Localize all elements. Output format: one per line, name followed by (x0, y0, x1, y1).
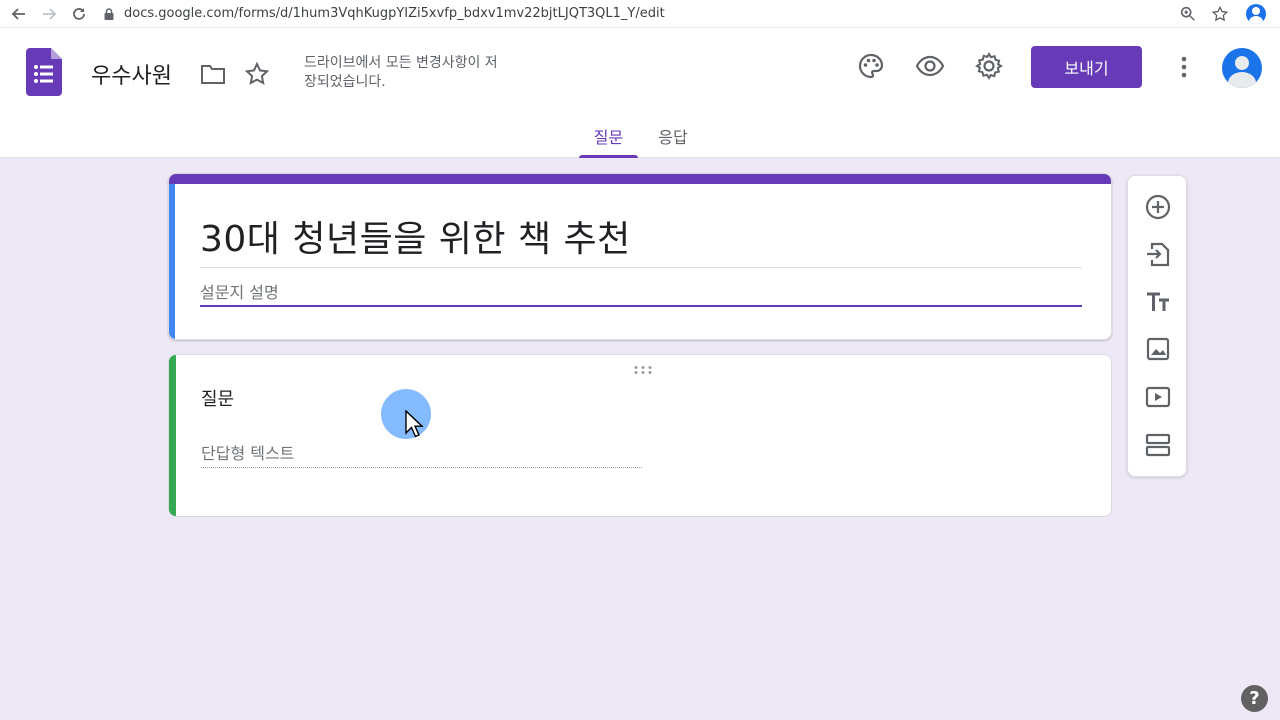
palette-icon[interactable] (856, 51, 886, 81)
add-title-icon[interactable] (1144, 288, 1172, 316)
add-image-icon[interactable] (1144, 335, 1172, 363)
browser-toolbar: docs.google.com/forms/d/1hum3VqhKugpYIZi… (0, 0, 1280, 28)
form-title-card[interactable]: 30대 청년들을 위한 책 추천 설문지 설명 (168, 173, 1112, 340)
drag-handle-icon[interactable] (633, 365, 653, 375)
form-title[interactable]: 30대 청년들을 위한 책 추천 (200, 210, 631, 262)
more-vert-icon[interactable] (1172, 52, 1196, 82)
question-card[interactable]: 질문 단답형 텍스트 (168, 354, 1112, 517)
preview-eye-icon[interactable] (915, 51, 945, 81)
browser-profile-avatar[interactable] (1246, 3, 1266, 24)
add-question-icon[interactable] (1144, 193, 1172, 221)
address-bar[interactable]: docs.google.com/forms/d/1hum3VqhKugpYIZi… (102, 6, 1166, 21)
settings-gear-icon[interactable] (974, 51, 1004, 81)
back-icon[interactable] (8, 3, 30, 25)
tab-responses[interactable]: 응답 (638, 122, 708, 158)
help-button[interactable]: ? (1241, 685, 1268, 712)
question-accent (169, 355, 176, 516)
description-underline (200, 305, 1082, 307)
short-answer-field: 단답형 텍스트 (201, 444, 295, 463)
mouse-cursor-icon (405, 410, 424, 438)
star-icon[interactable] (244, 61, 270, 87)
focus-indicator (169, 184, 175, 339)
question-toolbar (1127, 175, 1187, 477)
reload-icon[interactable] (68, 3, 90, 25)
lock-icon (104, 7, 114, 20)
tab-questions[interactable]: 질문 (579, 122, 638, 158)
form-tabs: 질문 응답 (579, 122, 708, 158)
zoom-icon[interactable] (1178, 4, 1198, 24)
add-section-icon[interactable] (1144, 431, 1172, 459)
bookmark-star-icon[interactable] (1210, 4, 1230, 24)
add-video-icon[interactable] (1144, 383, 1172, 411)
theme-strip (169, 174, 1111, 184)
forward-icon[interactable] (38, 3, 60, 25)
url-text: docs.google.com/forms/d/1hum3VqhKugpYIZi… (124, 6, 665, 21)
forms-header: 우수사원 드라이브에서 모든 변경사항이 저장되었습니다. 보내기 질문 응답 (0, 28, 1280, 158)
document-title[interactable]: 우수사원 (91, 58, 172, 90)
form-description-field[interactable]: 설문지 설명 (200, 279, 279, 303)
title-divider (200, 267, 1082, 268)
short-answer-line (201, 467, 642, 468)
folder-icon[interactable] (200, 62, 226, 86)
google-forms-logo-icon[interactable] (26, 48, 62, 96)
question-title[interactable]: 질문 (201, 385, 234, 411)
send-button[interactable]: 보내기 (1031, 46, 1142, 88)
import-questions-icon[interactable] (1144, 240, 1172, 268)
save-status: 드라이브에서 모든 변경사항이 저장되었습니다. (304, 55, 498, 90)
account-avatar[interactable] (1222, 48, 1262, 88)
